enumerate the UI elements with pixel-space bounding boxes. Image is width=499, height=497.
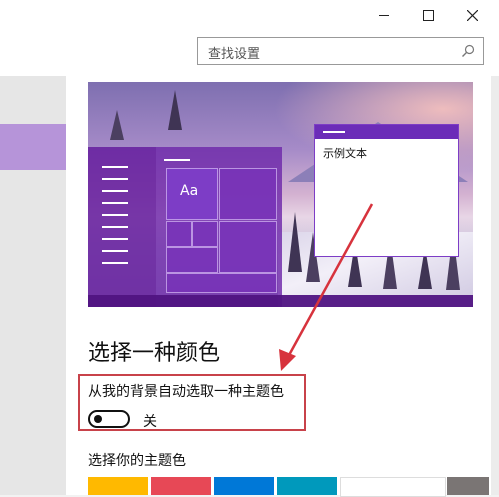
preview-tree	[110, 110, 124, 140]
preview-menu-line	[164, 159, 190, 161]
accent-swatch[interactable]	[277, 477, 337, 495]
auto-accent-toggle[interactable]	[88, 410, 130, 428]
preview-tile-aa: Aa	[166, 168, 218, 220]
preview-menu-line	[102, 178, 128, 180]
accent-swatch[interactable]	[340, 477, 446, 497]
preview-menu-line	[102, 238, 128, 240]
close-icon	[466, 9, 478, 21]
preview-tile	[166, 273, 277, 293]
title-bar	[0, 0, 499, 32]
preview-start-sidebar	[88, 147, 156, 307]
preview-menu-line	[102, 262, 128, 264]
close-button[interactable]	[450, 0, 494, 30]
preview-tree	[168, 90, 182, 130]
preview-tile	[219, 168, 277, 220]
theme-preview: Aa 示例文本	[88, 82, 473, 307]
minimize-button[interactable]	[362, 0, 406, 30]
preview-tile-text: Aa	[180, 183, 199, 199]
search-placeholder: 查找设置	[208, 47, 261, 62]
scrollbar[interactable]	[491, 76, 499, 495]
preview-menu-line	[102, 202, 128, 204]
preview-tile	[166, 221, 192, 247]
toggle-state-label: 关	[143, 414, 157, 430]
toggle-knob	[94, 415, 102, 423]
preview-tile	[219, 221, 277, 273]
accent-swatch[interactable]	[88, 477, 148, 495]
search-input[interactable]: 查找设置	[197, 37, 484, 65]
auto-accent-label: 从我的背景自动选取一种主题色	[88, 384, 284, 400]
preview-menu-line	[102, 226, 128, 228]
accent-swatch[interactable]	[447, 477, 489, 495]
preview-menu-line	[102, 166, 128, 168]
maximize-button[interactable]	[406, 0, 450, 30]
accent-swatch[interactable]	[151, 477, 211, 495]
preview-sample-text: 示例文本	[323, 147, 367, 160]
preview-sample-window: 示例文本	[314, 124, 459, 257]
preview-tile	[192, 221, 218, 247]
nav-item-selected[interactable]	[0, 124, 66, 170]
preview-sample-titlebar	[315, 125, 458, 139]
preview-tree	[288, 212, 302, 272]
preview-menu-line	[323, 131, 345, 133]
preview-menu-line	[102, 190, 128, 192]
minimize-icon	[379, 14, 389, 16]
maximize-icon	[422, 9, 434, 21]
accent-color-label: 选择你的主题色	[88, 453, 186, 469]
search-icon	[462, 44, 475, 57]
preview-tile	[166, 247, 218, 273]
preview-menu-line	[102, 214, 128, 216]
accent-swatch[interactable]	[214, 477, 274, 495]
preview-taskbar	[88, 295, 473, 307]
preview-menu-line	[102, 250, 128, 252]
section-title: 选择一种颜色	[88, 341, 221, 366]
